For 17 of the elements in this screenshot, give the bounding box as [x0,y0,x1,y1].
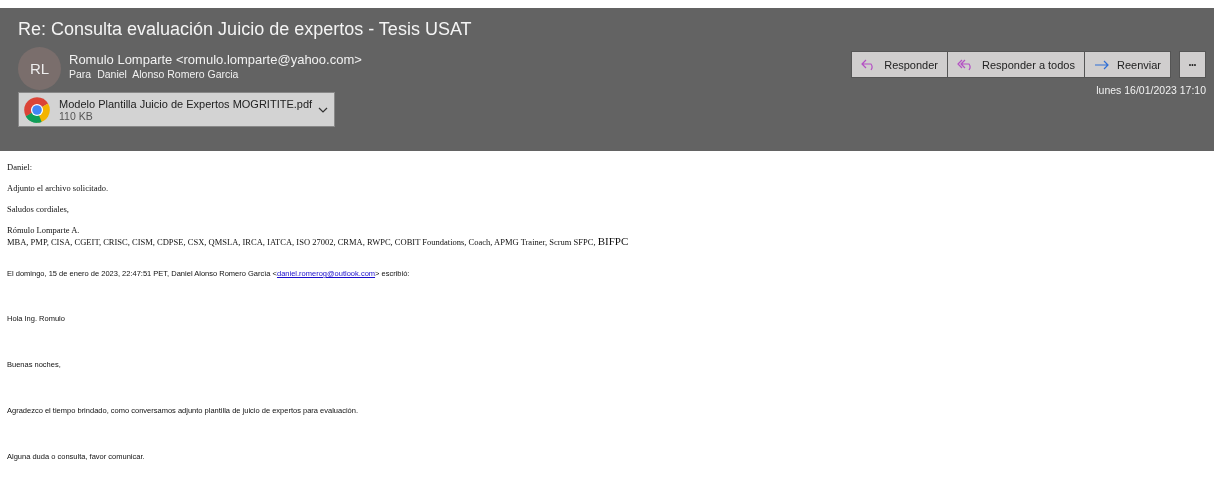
signature-credentials: MBA, PMP, CISA, CGEIT, CRISC, CISM, CDPSE, CSX, QMSLA, IRCA, IATCA, ISO 27002, CRMA, RWPC, COBIT Foundations, Coach, APMG Trainer, Scrum SFPC, BIFPC [7,235,630,247]
body-text: Adjunto el archivo solicitado. [7,183,110,193]
action-button[interactable]: Responder a todos [948,51,1085,78]
sender-avatar: RL [18,47,61,90]
to-label: Para [69,67,92,80]
attachment-size: 110 KB [59,109,94,122]
signature-name: Rómulo Lomparte A. [7,225,81,235]
sender-name: Romulo Lomparte <romulo.lomparte@yahoo.com> [69,51,362,67]
action-button[interactable]: Responder [851,51,948,78]
message-date: lunes 16/01/2023 17:10 [1096,84,1206,96]
action-button[interactable]: Reenviar [1084,51,1171,78]
message-subject: Re: Consulta evaluación Juicio de expertos - Tesis USAT [18,19,472,40]
body-text: Saludos cordiales, [7,204,70,214]
attachment-name: Modelo Plantilla Juicio de Expertos MOGRITITE.pdf [59,97,313,110]
recipient-name: Daniel Alonso Romero Garcia [97,67,239,80]
body-text: Daniel: [7,162,34,172]
attachment-card[interactable]: Modelo Plantilla Juicio de Expertos MOGRITITE.pdf 110 KB [18,92,336,127]
